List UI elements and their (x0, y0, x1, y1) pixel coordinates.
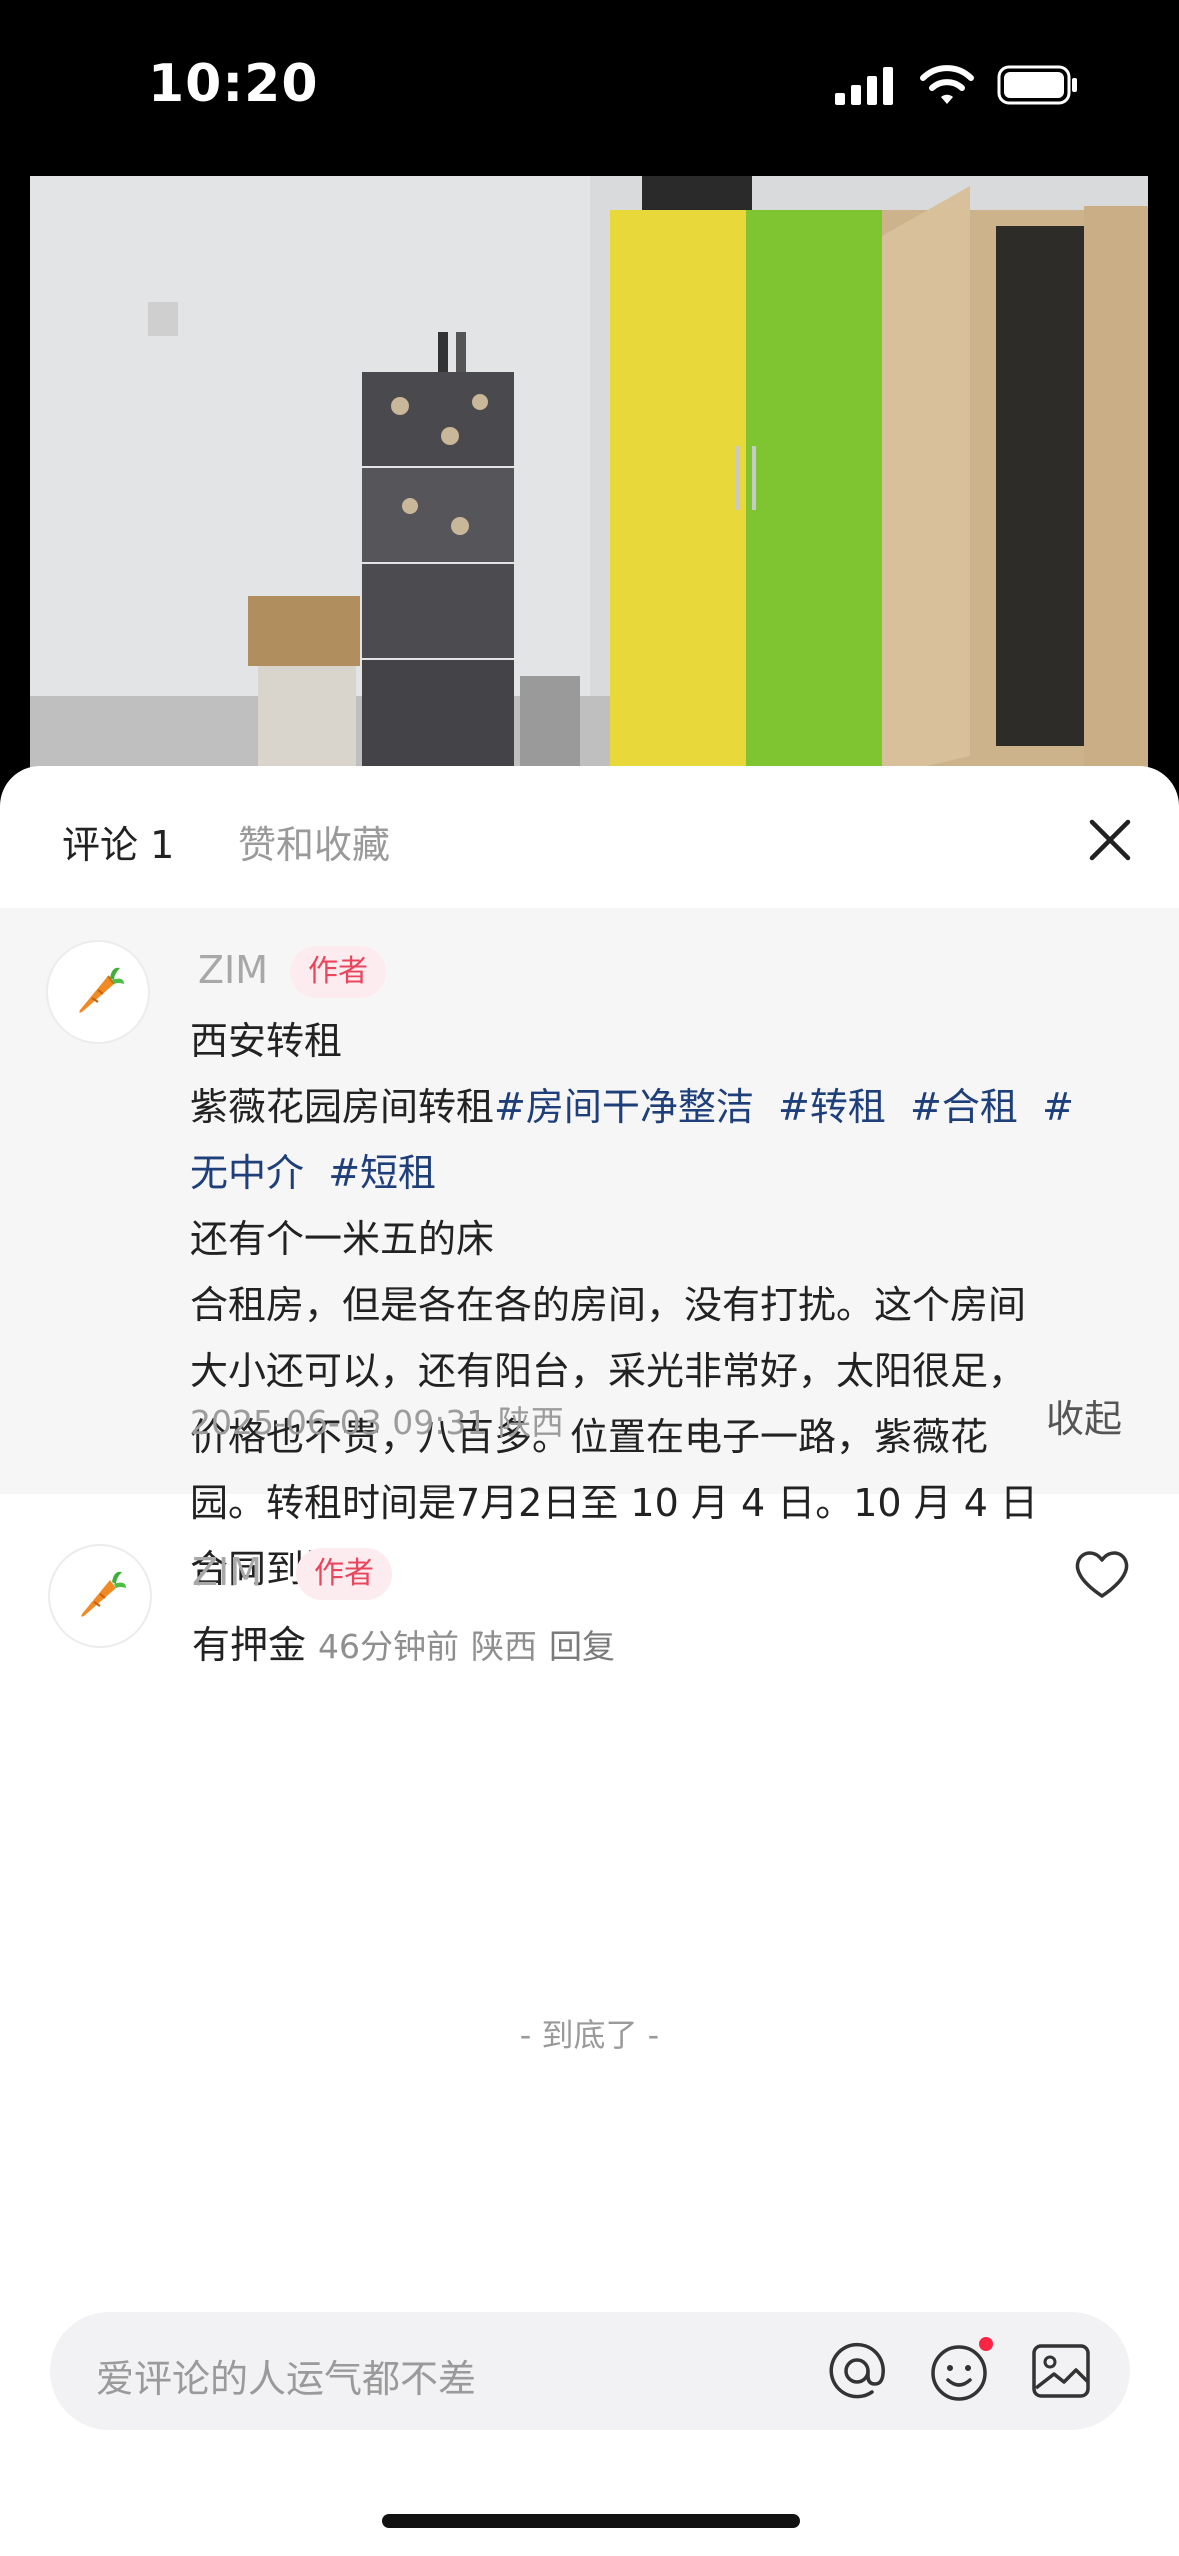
at-icon (829, 2342, 885, 2399)
post-photo[interactable] (30, 176, 1148, 776)
note-body-line: 大小还可以，还有阳台，采光非常好，太阳很足， (190, 1349, 1027, 1393)
comment-location: 陕西 (471, 1627, 538, 1666)
heart-icon (1075, 1551, 1129, 1598)
emoji-button[interactable] (924, 2336, 994, 2406)
battery-icon (997, 65, 1077, 105)
hashtag[interactable]: 无中介 (190, 1151, 304, 1195)
carrot-avatar-icon (79, 967, 124, 1013)
status-bar: 10:20 (0, 0, 1179, 170)
comment-input[interactable]: 爱评论的人运气都不差 (50, 2312, 1130, 2430)
reply-button[interactable]: 回复 (549, 1627, 615, 1666)
image-icon (1032, 2344, 1090, 2398)
comment-item: ZIM 作者 有押金 46分钟前 陕西 回复 (0, 1494, 1179, 1694)
image-button[interactable] (1026, 2336, 1096, 2406)
home-indicator (382, 2514, 800, 2528)
avatar[interactable] (48, 1544, 152, 1648)
mention-button[interactable] (822, 2336, 892, 2406)
room-photo-image (30, 176, 1148, 776)
collapse-button[interactable]: 收起 (1046, 1388, 1122, 1443)
carrot-avatar-icon (81, 1571, 126, 1617)
comment-content: 有押金 46分钟前 陕西 回复 (192, 1614, 615, 1669)
status-icons (833, 64, 1079, 106)
note-line-3: 无中介 #短租 (190, 1140, 1140, 1206)
hashtag[interactable]: #转租 (778, 1085, 886, 1129)
comment-text: 有押金 (192, 1623, 307, 1667)
note-line-2: 紫薇花园房间转租#房间干净整洁 #转租 #合租 # (190, 1074, 1140, 1140)
status-time: 10:20 (148, 54, 319, 114)
author-name[interactable]: ZIM (192, 1550, 262, 1594)
author-note: ZIM 作者 西安转租 紫薇花园房间转租#房间干净整洁 #转租 #合租 # 无中… (0, 908, 1179, 1591)
like-button[interactable] (1072, 1546, 1132, 1602)
note-body-line: 还有个一米五的床 (190, 1217, 495, 1261)
note-date-location: 2025-06-03 09:31 陕西 (190, 1403, 564, 1442)
author-badge: 作者 (290, 946, 386, 998)
note-body-line: 合租房，但是各在各的房间，没有打扰。这个房间 (190, 1283, 1027, 1327)
avatar[interactable] (46, 940, 150, 1044)
comment-time: 46分钟前 (318, 1627, 460, 1666)
end-of-list-text: - 到底了 - (519, 2016, 660, 2054)
author-name[interactable]: ZIM (198, 948, 268, 992)
wifi-icon (920, 65, 974, 104)
hashtag[interactable]: # (1042, 1085, 1074, 1129)
note-title: 西安转租 (190, 1019, 343, 1063)
signal-icon (835, 67, 893, 105)
tab-likes-favorites[interactable]: 赞和收藏 (238, 814, 390, 869)
hashtag[interactable]: #合租 (910, 1085, 1018, 1129)
note-text: 紫薇花园房间转租 (190, 1085, 495, 1129)
author-badge: 作者 (296, 1548, 392, 1600)
sheet-tabs: 评论 1 赞和收藏 (0, 766, 1179, 906)
comment-input-placeholder: 爱评论的人运气都不差 (96, 2357, 477, 2401)
emoji-icon (931, 2337, 993, 2401)
close-button[interactable] (1080, 810, 1140, 870)
screen: 10:20 评论 1 赞和收藏 ZIM 作者 西安转租 紫薇花园房间转租#房间干… (0, 0, 1179, 2556)
tab-comments[interactable]: 评论 1 (62, 814, 174, 869)
hashtag[interactable]: #短租 (328, 1151, 436, 1195)
comments-sheet: 评论 1 赞和收藏 ZIM 作者 西安转租 紫薇花园房间转租#房间干净整洁 #转… (0, 766, 1179, 2556)
hashtag[interactable]: #房间干净整洁 (494, 1085, 754, 1129)
close-icon (1089, 819, 1131, 861)
